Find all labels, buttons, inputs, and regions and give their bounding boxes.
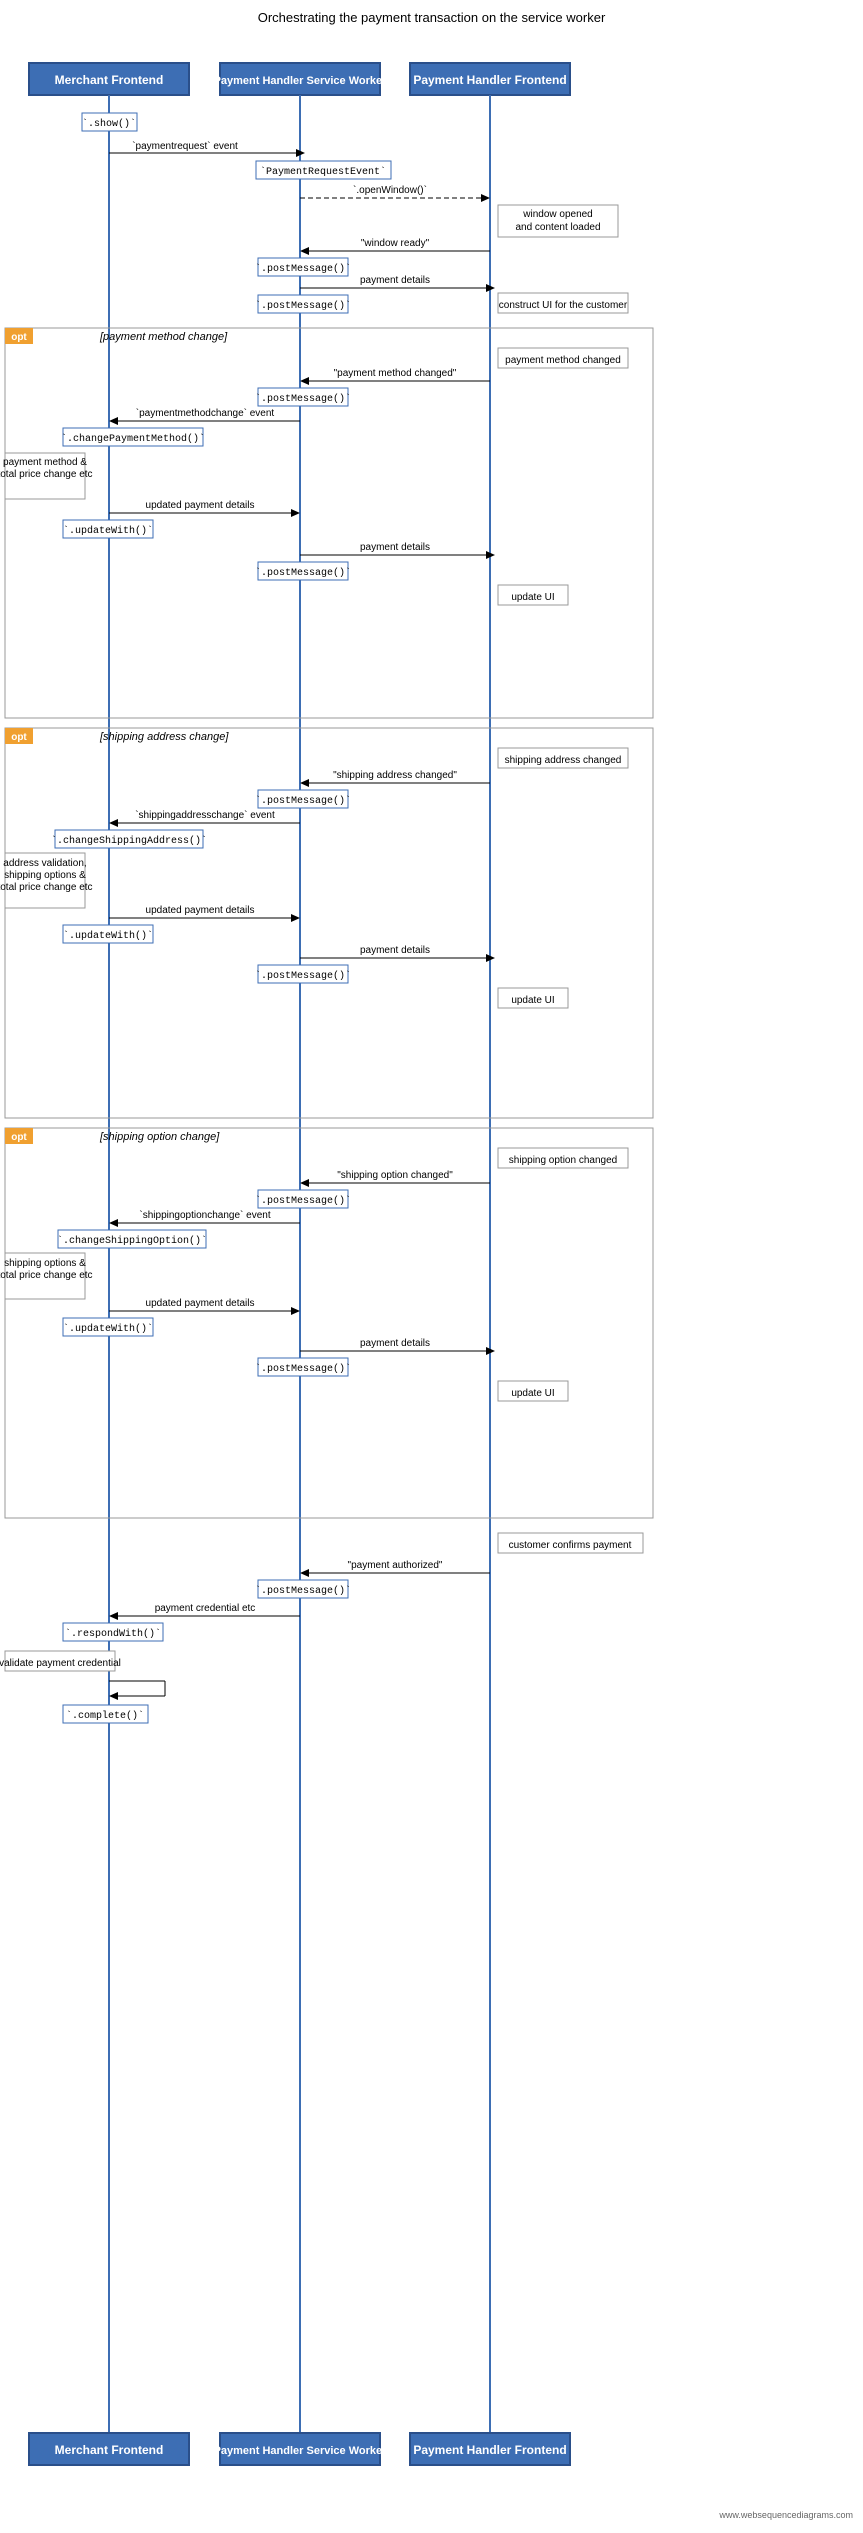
svg-text:payment details: payment details [360, 945, 430, 956]
diagram-title: Orchestrating the payment transaction on… [0, 10, 863, 25]
svg-text:opt: opt [11, 732, 27, 743]
svg-text:`.postMessage()`: `.postMessage()` [255, 1584, 351, 1597]
svg-text:opt: opt [11, 332, 27, 343]
svg-text:`.openWindow()`: `.openWindow()` [353, 184, 427, 196]
svg-text:`.respondWith()`: `.respondWith()` [65, 1627, 161, 1640]
svg-text:total price change etc: total price change etc [0, 469, 93, 480]
svg-text:payment credential etc: payment credential etc [155, 1603, 256, 1614]
svg-text:update UI: update UI [511, 995, 554, 1006]
svg-text:customer confirms payment: customer confirms payment [509, 1540, 632, 1551]
svg-text:`.changePaymentMethod()`: `.changePaymentMethod()` [61, 432, 205, 445]
svg-text:"shipping option changed": "shipping option changed" [337, 1170, 453, 1181]
svg-text:payment details: payment details [360, 275, 430, 286]
svg-text:`shippingoptionchange` event: `shippingoptionchange` event [139, 1209, 270, 1221]
svg-text:payment details: payment details [360, 1338, 430, 1349]
svg-text:Payment Handler Frontend: Payment Handler Frontend [413, 2443, 566, 2457]
svg-text:shipping option changed: shipping option changed [509, 1155, 617, 1166]
svg-text:"shipping address changed": "shipping address changed" [333, 770, 457, 781]
svg-text:`.postMessage()`: `.postMessage()` [255, 969, 351, 982]
svg-text:address validation,: address validation, [3, 858, 86, 869]
svg-text:update UI: update UI [511, 592, 554, 603]
svg-text:`.postMessage()`: `.postMessage()` [255, 1194, 351, 1207]
svg-text:"payment method changed": "payment method changed" [334, 368, 457, 379]
svg-text:and content loaded: and content loaded [515, 222, 600, 233]
svg-text:`paymentmethodchange` event: `paymentmethodchange` event [136, 407, 275, 419]
svg-text:`.complete()`: `.complete()` [66, 1709, 144, 1722]
svg-text:`shippingaddresschange` event: `shippingaddresschange` event [135, 809, 275, 821]
svg-text:[payment method change]: [payment method change] [99, 331, 228, 343]
svg-text:updated payment details: updated payment details [146, 1298, 255, 1309]
svg-text:[shipping option change]: [shipping option change] [99, 1131, 220, 1143]
sequence-diagram: Merchant Frontend Payment Handler Servic… [0, 33, 863, 2523]
svg-text:shipping options &: shipping options & [4, 870, 86, 881]
svg-text:updated payment details: updated payment details [146, 500, 255, 511]
svg-text:total price change etc: total price change etc [0, 1270, 93, 1281]
svg-text:[shipping address change]: [shipping address change] [99, 731, 229, 743]
svg-text:"payment authorized": "payment authorized" [348, 1560, 443, 1571]
svg-text:shipping options &: shipping options & [4, 1258, 86, 1269]
svg-text:Payment Handler Service Worker: Payment Handler Service Worker [214, 75, 388, 87]
svg-text:updated payment details: updated payment details [146, 905, 255, 916]
svg-text:`.postMessage()`: `.postMessage()` [255, 299, 351, 312]
svg-text:`.updateWith()`: `.updateWith()` [63, 1322, 153, 1335]
svg-text:validate payment credential: validate payment credential [0, 1658, 121, 1669]
svg-text:shipping address changed: shipping address changed [505, 755, 622, 766]
svg-text:`.postMessage()`: `.postMessage()` [255, 1362, 351, 1375]
svg-text:`.postMessage()`: `.postMessage()` [255, 566, 351, 579]
svg-text:`paymentrequest` event: `paymentrequest` event [132, 140, 238, 152]
svg-text:construct UI for the customer: construct UI for the customer [499, 300, 628, 311]
svg-text:`.postMessage()`: `.postMessage()` [255, 794, 351, 807]
svg-text:`.postMessage()`: `.postMessage()` [255, 262, 351, 275]
svg-text:payment method &: payment method & [3, 457, 87, 468]
svg-text:total price change etc: total price change etc [0, 882, 93, 893]
svg-text:`.show()`: `.show()` [82, 117, 136, 130]
svg-text:`.updateWith()`: `.updateWith()` [63, 524, 153, 537]
svg-text:payment details: payment details [360, 542, 430, 553]
svg-text:`.postMessage()`: `.postMessage()` [255, 392, 351, 405]
svg-text:`.changeShippingOption()`: `.changeShippingOption()` [57, 1234, 207, 1247]
svg-text:Payment Handler Frontend: Payment Handler Frontend [413, 73, 566, 87]
svg-text:Payment Handler Service Worker: Payment Handler Service Worker [214, 2445, 388, 2457]
svg-text:Merchant Frontend: Merchant Frontend [55, 73, 164, 87]
svg-text:`.changeShippingAddress()`: `.changeShippingAddress()` [51, 834, 207, 847]
svg-text:opt: opt [11, 1132, 27, 1143]
svg-text:update UI: update UI [511, 1388, 554, 1399]
svg-text:payment method changed: payment method changed [505, 355, 621, 366]
svg-text:`.updateWith()`: `.updateWith()` [63, 929, 153, 942]
svg-text:"window ready": "window ready" [361, 238, 430, 249]
svg-text:window opened: window opened [522, 209, 593, 220]
svg-text:`PaymentRequestEvent`: `PaymentRequestEvent` [260, 165, 386, 178]
svg-text:Merchant Frontend: Merchant Frontend [55, 2443, 164, 2457]
